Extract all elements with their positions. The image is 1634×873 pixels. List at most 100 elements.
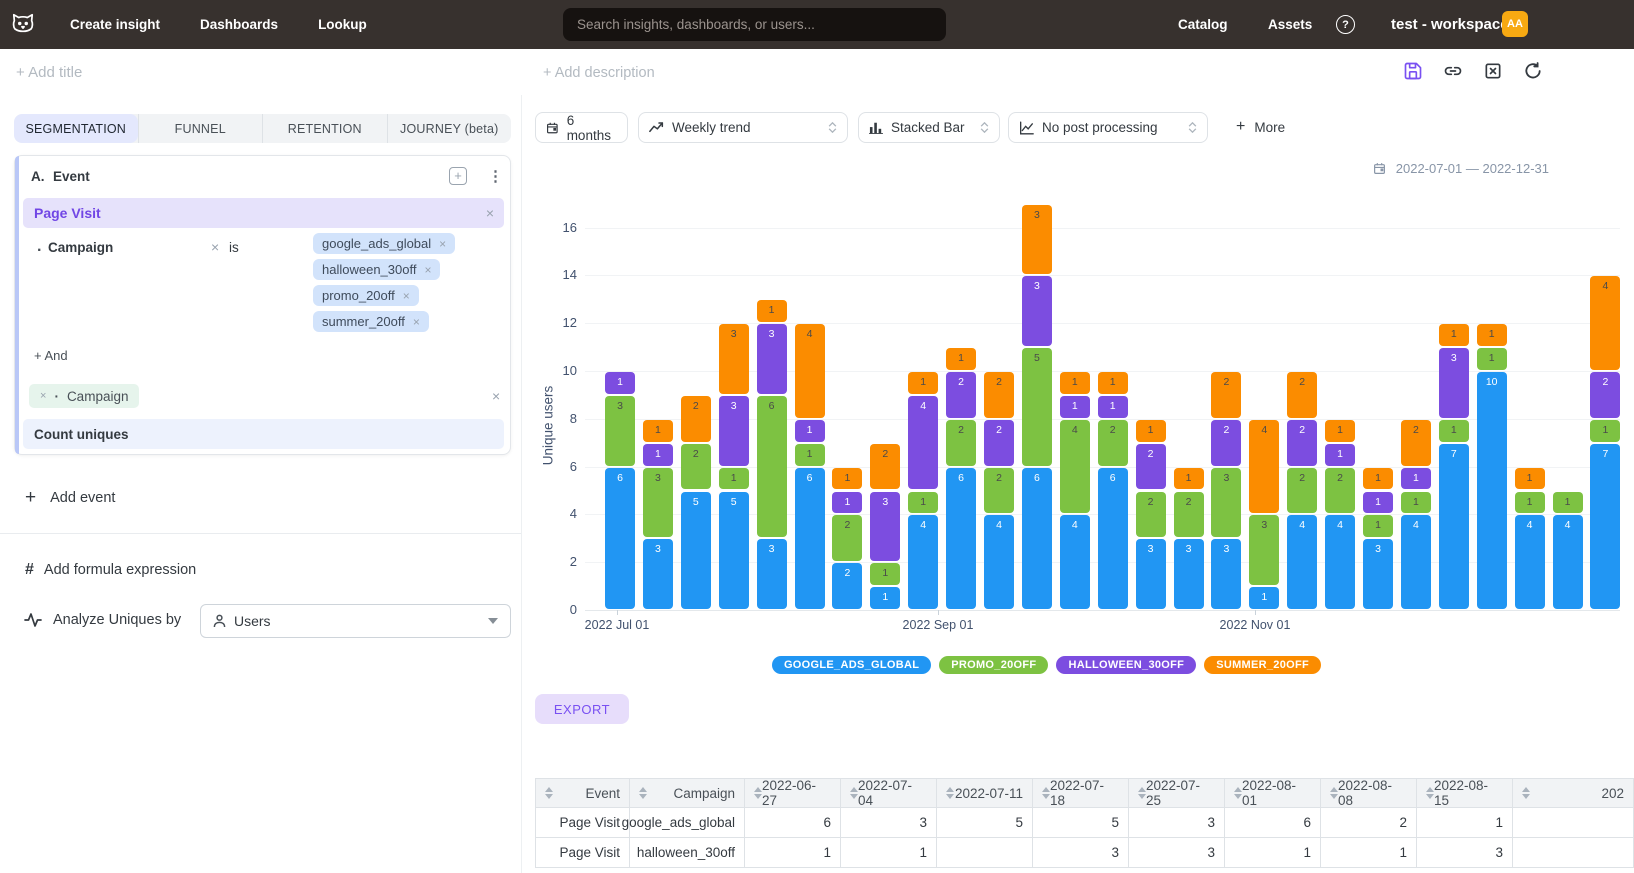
- filter-value-chip[interactable]: google_ads_global×: [313, 233, 455, 254]
- avatar[interactable]: AA: [1502, 11, 1528, 37]
- remove-value-icon[interactable]: ×: [439, 237, 446, 251]
- legend-pill[interactable]: PROMO_20OFF: [939, 656, 1048, 674]
- bar-value-label: 4: [984, 519, 1014, 531]
- filter-value-label: promo_20off: [322, 288, 395, 303]
- tab-funnel[interactable]: FUNNEL: [138, 114, 263, 143]
- sort-icon[interactable]: [639, 787, 647, 799]
- filter-operator[interactable]: is: [229, 240, 239, 255]
- trend-select[interactable]: Weekly trend: [638, 112, 848, 143]
- table-header-cell[interactable]: 2022-07-18: [1033, 778, 1129, 808]
- remove-value-icon[interactable]: ×: [403, 289, 410, 303]
- add-event-label: Add event: [50, 490, 115, 506]
- sort-icon[interactable]: [1138, 787, 1146, 799]
- close-square-icon[interactable]: [1483, 61, 1503, 81]
- filter-value-chip[interactable]: summer_20off×: [313, 311, 429, 332]
- sort-icon[interactable]: [1522, 787, 1530, 799]
- nav-create-insight[interactable]: Create insight: [70, 17, 160, 32]
- bar-value-label: 3: [605, 400, 635, 412]
- post-processing-select[interactable]: No post processing: [1008, 112, 1208, 143]
- more-button[interactable]: + More: [1236, 118, 1285, 136]
- sort-icon[interactable]: [850, 787, 858, 799]
- workspace-name[interactable]: test - workspace: [1391, 16, 1509, 33]
- date-range-button[interactable]: 6 months: [535, 112, 628, 143]
- analyze-by-select[interactable]: Users: [200, 604, 511, 638]
- table-header-cell[interactable]: 2022-07-04: [841, 778, 937, 808]
- bar-segment: [1022, 468, 1052, 609]
- table-header-cell[interactable]: 2022-08-15: [1417, 778, 1513, 808]
- bar-value-label: 3: [1136, 543, 1166, 555]
- table-header-cell[interactable]: 2022-08-08: [1321, 778, 1417, 808]
- filter-value-chip[interactable]: halloween_30off×: [313, 259, 440, 280]
- table-header-cell[interactable]: 2022-08-01: [1225, 778, 1321, 808]
- legend-pill[interactable]: SUMMER_20OFF: [1204, 656, 1321, 674]
- table-cell: 1: [1225, 838, 1321, 868]
- legend-pill[interactable]: HALLOWEEN_30OFF: [1056, 656, 1196, 674]
- date-range-button-label: 6 months: [567, 113, 617, 143]
- nav-dashboards[interactable]: Dashboards: [200, 17, 278, 32]
- add-filter-icon[interactable]: +: [449, 167, 467, 185]
- table-header-cell[interactable]: Campaign: [630, 778, 745, 808]
- bar-value-label: 2: [1211, 376, 1241, 388]
- x-axis-tick-mark: [1255, 610, 1256, 615]
- filter-value-chip[interactable]: promo_20off ×: [313, 285, 419, 306]
- legend-pill[interactable]: GOOGLE_ADS_GLOBAL: [772, 656, 931, 674]
- remove-filter-icon[interactable]: ×: [211, 239, 219, 255]
- table-header-cell[interactable]: 2022-06-27: [745, 778, 841, 808]
- table-cell: 6: [1225, 808, 1321, 838]
- nav-catalog[interactable]: Catalog: [1178, 17, 1228, 32]
- remove-value-icon[interactable]: ×: [413, 315, 420, 329]
- bar-value-label: 1: [1136, 424, 1166, 436]
- add-title-field[interactable]: + Add title: [16, 64, 82, 81]
- chart-type-select[interactable]: Stacked Bar: [858, 112, 1000, 143]
- add-and-condition[interactable]: + And: [34, 348, 68, 363]
- analyze-by-value: Users: [234, 613, 271, 629]
- bar-value-label: 4: [1287, 519, 1317, 531]
- bar-value-label: 3: [1211, 472, 1241, 484]
- search-input[interactable]: [563, 8, 946, 41]
- table-header-cell[interactable]: 2022-07-25: [1129, 778, 1225, 808]
- help-icon[interactable]: ?: [1336, 15, 1355, 34]
- remove-breakdown-icon[interactable]: ×: [40, 390, 46, 402]
- table-cell: Page Visit: [535, 808, 630, 838]
- add-description-field[interactable]: + Add description: [543, 65, 655, 81]
- y-axis-tick-label: 4: [535, 506, 577, 521]
- tab-retention[interactable]: RETENTION: [262, 114, 387, 143]
- event-menu-icon[interactable]: ⋮: [488, 167, 503, 185]
- save-icon[interactable]: [1403, 61, 1423, 81]
- bar-value-label: 6: [1098, 472, 1128, 484]
- bar-value-label: 1: [1325, 424, 1355, 436]
- remove-value-icon[interactable]: ×: [424, 263, 431, 277]
- nav-lookup[interactable]: Lookup: [318, 17, 367, 32]
- table-header-cell[interactable]: Event: [535, 778, 630, 808]
- export-button[interactable]: EXPORT: [535, 694, 629, 724]
- sort-icon[interactable]: [1330, 787, 1338, 799]
- breakdown-chip[interactable]: × · Campaign: [29, 384, 139, 408]
- share-link-icon[interactable]: [1443, 61, 1463, 81]
- sort-icon[interactable]: [1234, 787, 1242, 799]
- add-event-button[interactable]: + Add event: [25, 487, 115, 509]
- sort-icon[interactable]: [754, 787, 762, 799]
- user-icon: [213, 614, 226, 628]
- tab-journey[interactable]: JOURNEY (beta): [387, 114, 512, 143]
- add-formula-button[interactable]: # Add formula expression: [25, 561, 196, 579]
- bar-value-label: 1: [1098, 400, 1128, 412]
- remove-event-icon[interactable]: ×: [486, 205, 494, 221]
- chevrons-updown-icon: [1188, 122, 1197, 133]
- sort-icon[interactable]: [1042, 787, 1050, 799]
- remove-breakdown-row-icon[interactable]: ×: [492, 388, 500, 404]
- chart-date-range[interactable]: 2022-07-01 — 2022-12-31: [1373, 161, 1549, 176]
- app-logo-cat-icon[interactable]: [10, 11, 36, 37]
- sort-icon[interactable]: [946, 787, 954, 799]
- tab-segmentation[interactable]: SEGMENTATION: [14, 114, 138, 143]
- nav-assets[interactable]: Assets: [1268, 17, 1312, 32]
- aggregation-row[interactable]: Count uniques: [23, 419, 504, 449]
- sort-icon[interactable]: [1426, 787, 1434, 799]
- sort-icon[interactable]: [545, 787, 553, 799]
- event-select-row[interactable]: Page Visit ×: [23, 198, 504, 228]
- refresh-icon[interactable]: [1523, 61, 1543, 81]
- table-header-cell[interactable]: 202: [1513, 778, 1634, 808]
- gridline: [585, 275, 1620, 276]
- x-axis-tick-label: 2022 Jul 01: [562, 618, 672, 632]
- filter-property[interactable]: Campaign: [48, 240, 113, 255]
- table-header-cell[interactable]: 2022-07-11: [937, 778, 1033, 808]
